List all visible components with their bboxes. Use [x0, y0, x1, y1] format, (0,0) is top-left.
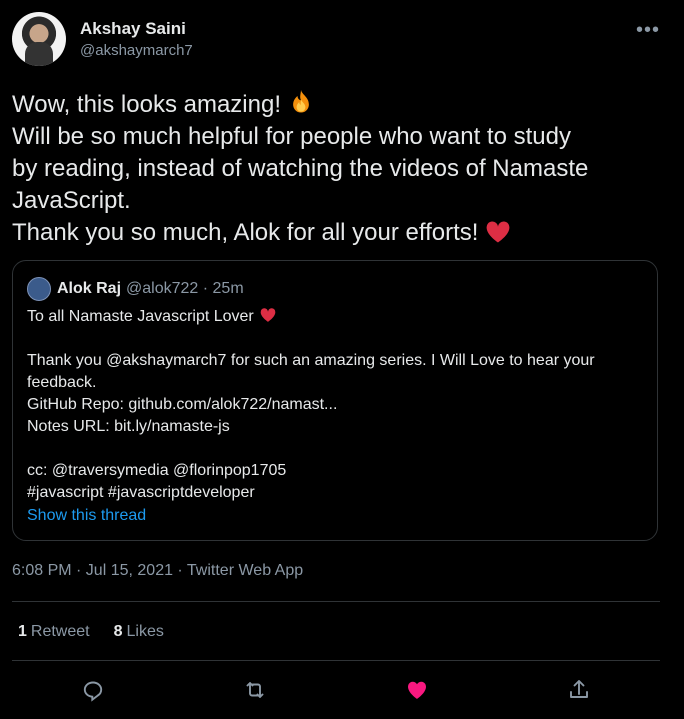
tweet-line-4: JavaScript.	[12, 187, 131, 214]
tweet-text: Wow, this looks amazing! Will be so much…	[12, 88, 662, 249]
likes-stat[interactable]: 8 Likes	[114, 623, 164, 641]
tweet-stats: 1 Retweet 8 Likes	[18, 623, 164, 641]
author-name[interactable]: Akshay Saini	[80, 19, 186, 39]
reply-button[interactable]	[81, 678, 105, 702]
divider	[12, 601, 660, 602]
author-avatar[interactable]	[12, 12, 66, 66]
tweet-line-1: Wow, this looks amazing!	[12, 91, 282, 118]
quote-line-1: To all Namaste Javascript Lover	[27, 308, 254, 325]
tweet-line-2: Will be so much helpful for people who w…	[12, 123, 571, 150]
quote-line-3: feedback.	[27, 374, 97, 391]
tweet-line-3: by reading, instead of watching the vide…	[12, 155, 589, 182]
likes-label: Likes	[126, 623, 164, 640]
retweet-button[interactable]	[243, 678, 267, 702]
heart-emoji-icon	[260, 308, 276, 322]
fire-emoji-icon	[293, 89, 309, 113]
retweet-label: Retweet	[30, 623, 90, 640]
retweet-stat[interactable]: 1 Retweet	[18, 623, 90, 641]
tweet-timestamp[interactable]: 6:08 PM · Jul 15, 2021 · Twitter Web App	[12, 562, 303, 580]
quoted-tweet-body: To all Namaste Javascript Lover Thank yo…	[27, 306, 647, 527]
reply-icon	[83, 681, 103, 702]
author-handle[interactable]: @akshaymarch7	[80, 42, 193, 59]
retweet-count: 1	[18, 623, 27, 640]
like-icon	[407, 681, 427, 699]
tweet-actions	[12, 676, 660, 704]
divider	[12, 660, 660, 661]
likes-count: 8	[113, 623, 123, 640]
show-thread-link[interactable]: Show this thread	[27, 505, 647, 527]
share-icon	[570, 680, 588, 698]
quote-line-2: Thank you @akshaymarch7 for such an amaz…	[27, 352, 595, 369]
like-button[interactable]	[405, 678, 429, 702]
quoted-tweet-header: Alok Raj @alok722 · 25m	[27, 277, 244, 301]
tweet-line-5: Thank you so much, Alok for all your eff…	[12, 219, 479, 246]
retweet-icon	[246, 682, 264, 698]
quoted-author-handle-time: @alok722 · 25m	[126, 280, 244, 297]
quote-line-7: #javascript #javascriptdeveloper	[27, 484, 255, 501]
quote-line-6: cc: @traversymedia @florinpop1705	[27, 462, 287, 479]
quote-line-4: GitHub Repo: github.com/alok722/namast..…	[27, 396, 338, 413]
share-button[interactable]	[567, 678, 591, 702]
tweet-author-row: Akshay Saini @akshaymarch7 •••	[12, 12, 672, 68]
heart-emoji-icon	[487, 221, 510, 243]
quote-line-5: Notes URL: bit.ly/namaste-js	[27, 418, 230, 435]
quoted-tweet[interactable]: Alok Raj @alok722 · 25m To all Namaste J…	[12, 260, 658, 541]
quoted-author-avatar[interactable]	[27, 277, 51, 301]
quoted-author-name[interactable]: Alok Raj	[57, 280, 121, 298]
more-options-icon[interactable]: •••	[636, 19, 660, 42]
